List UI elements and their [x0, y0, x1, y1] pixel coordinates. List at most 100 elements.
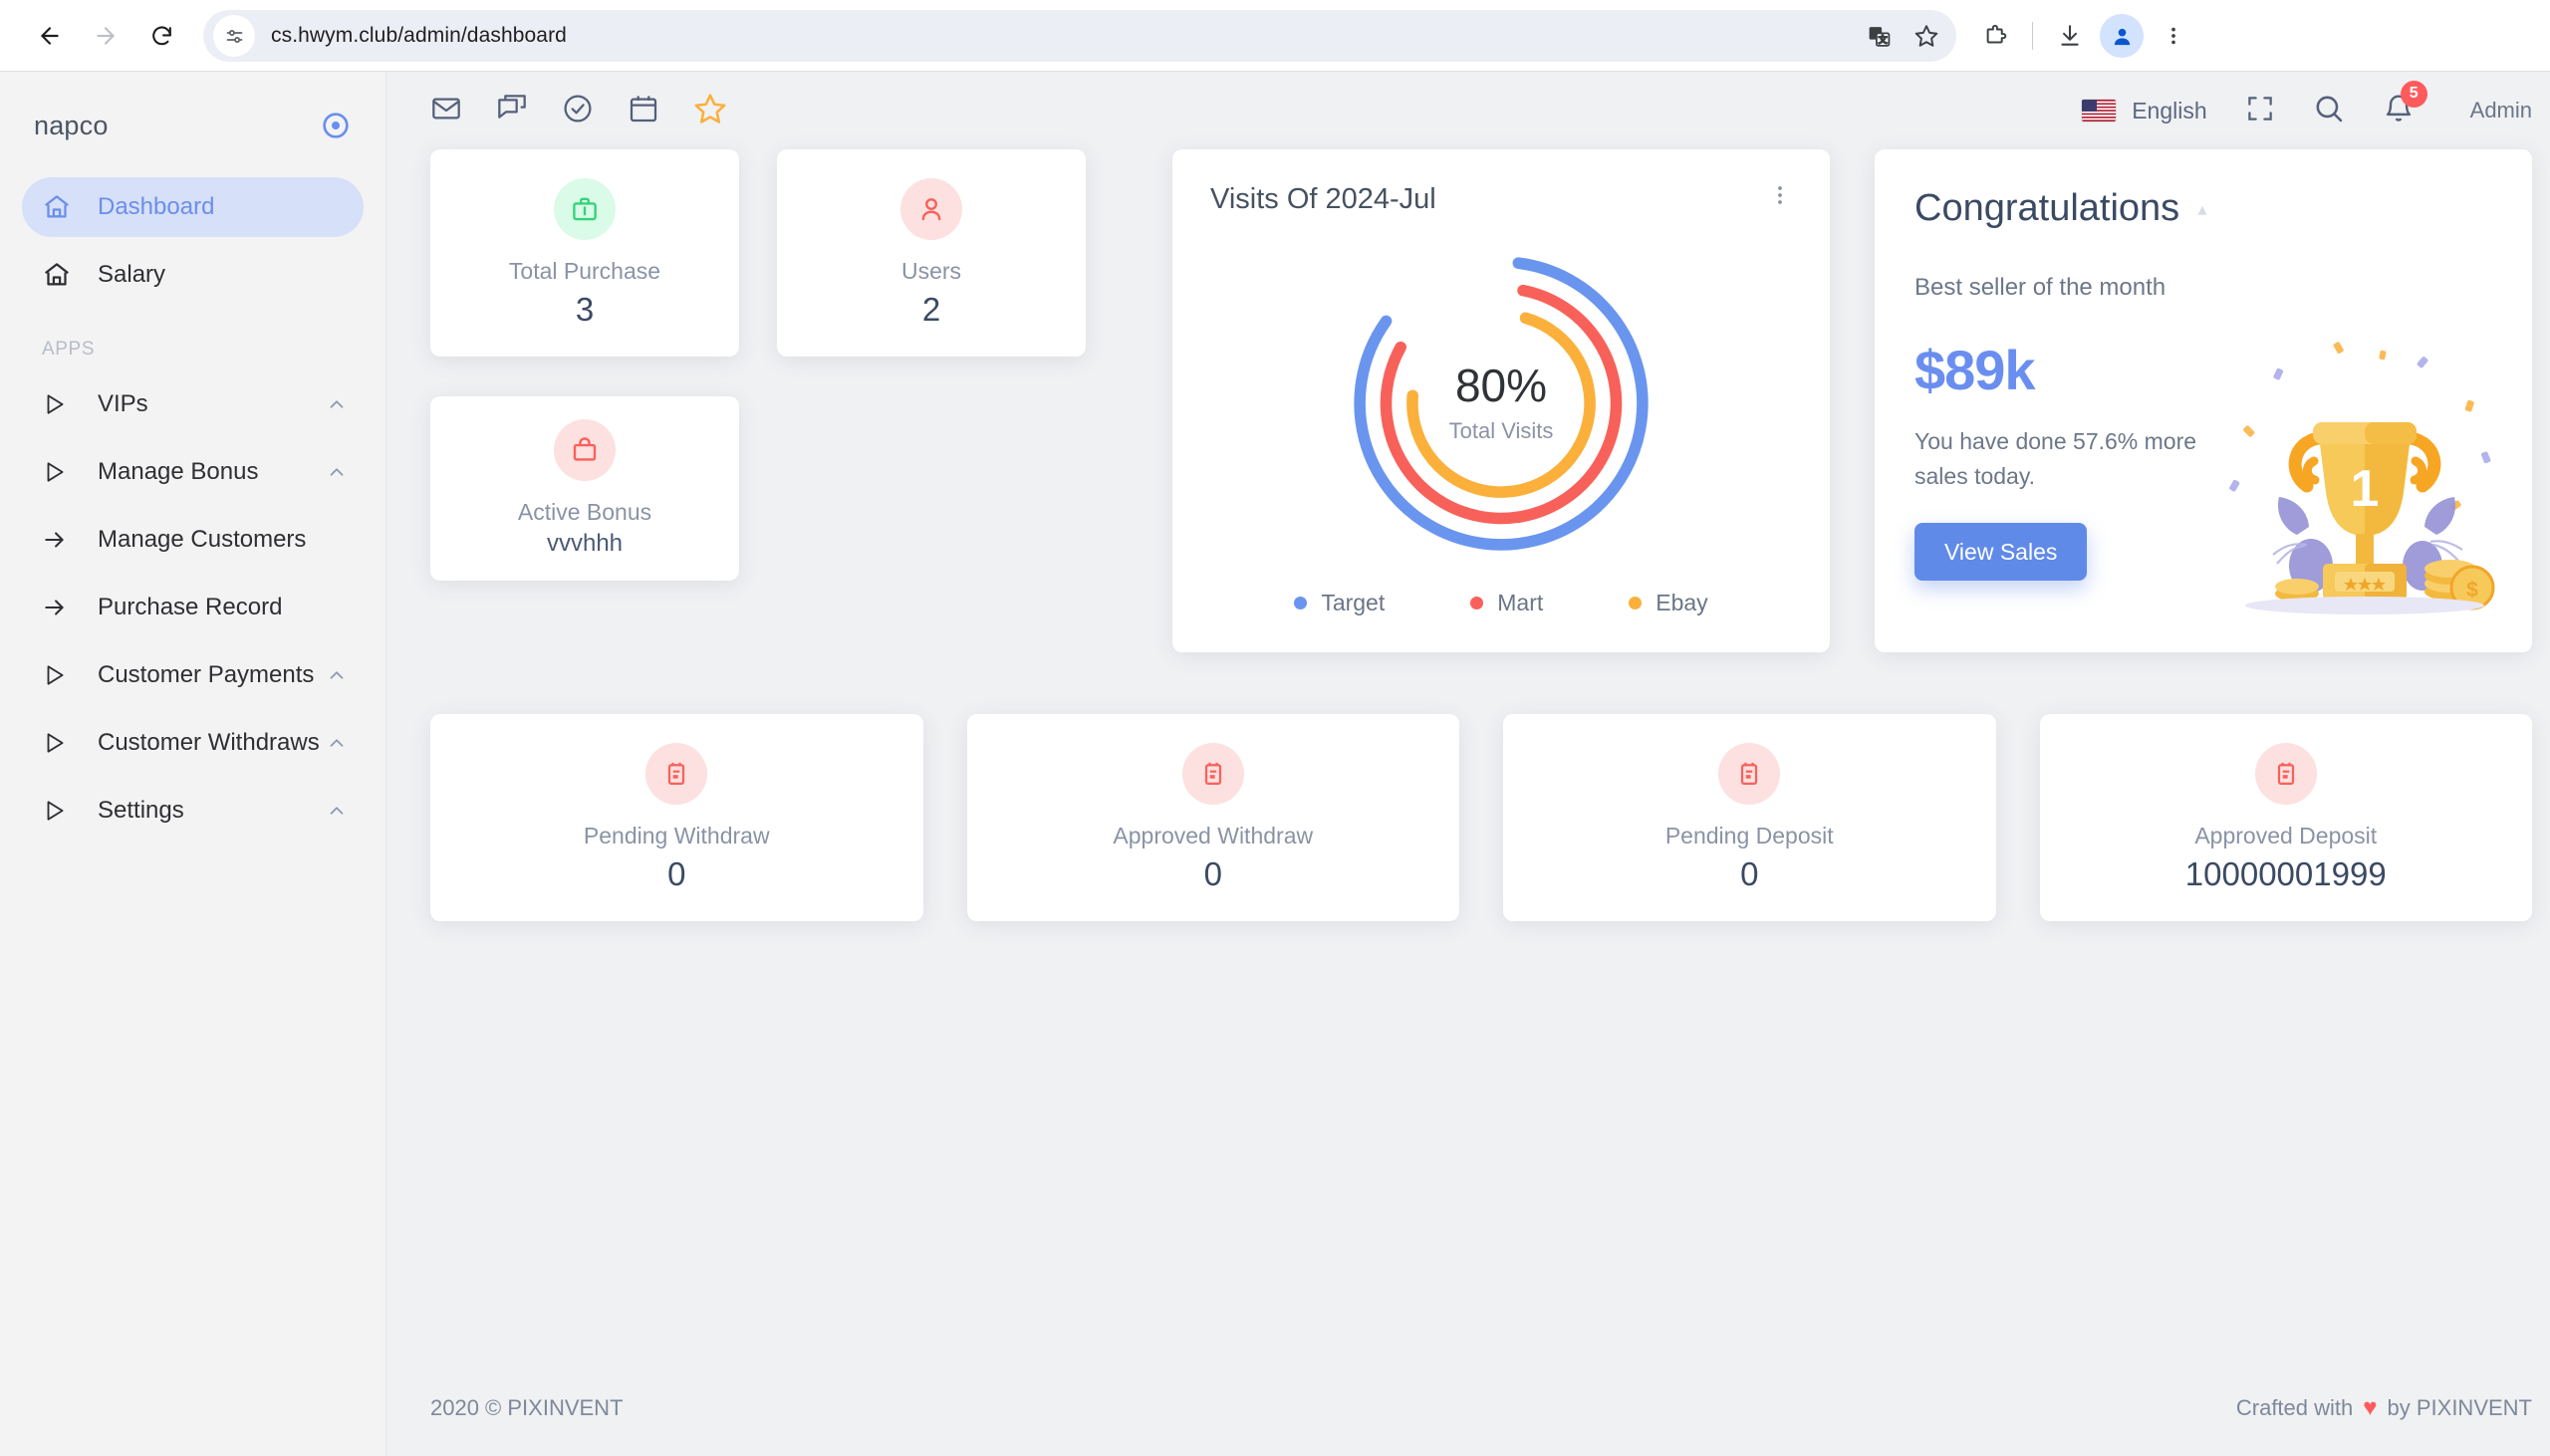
notifications-button[interactable]: 5: [2383, 80, 2427, 129]
user-icon: [900, 177, 962, 240]
brand-name: napco: [34, 110, 109, 140]
site-settings-icon[interactable]: [213, 15, 255, 57]
address-bar[interactable]: cs.hwym.club/admin/dashboard G文: [203, 10, 1956, 62]
language-selector[interactable]: English: [2082, 98, 2207, 124]
check-circle-icon[interactable]: [562, 93, 594, 129]
sidebar-item-manage-customers[interactable]: Manage Customers: [22, 510, 364, 570]
sidebar-item-salary[interactable]: Salary: [22, 245, 364, 305]
sidebar-item-purchase-record[interactable]: Purchase Record: [22, 578, 364, 637]
play-triangle-icon: [42, 730, 82, 756]
congrats-subtitle: Best seller of the month: [1914, 274, 2167, 301]
browser-forward-button[interactable]: [78, 8, 133, 64]
stat-label: Approved Withdraw: [1113, 822, 1314, 849]
sidebar-item-label: Salary: [98, 261, 166, 288]
summary-cards-row: Pending Withdraw 0 Approved Withdraw 0 P…: [430, 714, 2532, 921]
stat-value: 10000001999: [2184, 854, 2387, 892]
summary-card-approved-withdraw[interactable]: Approved Withdraw 0: [966, 714, 1459, 921]
extensions-puzzle-icon[interactable]: [1970, 11, 2020, 61]
chevron-up-icon[interactable]: [326, 664, 348, 686]
calendar-note-icon: [1718, 742, 1781, 805]
stat-label: Active Bonus: [517, 499, 652, 525]
stat-value: 0: [1740, 854, 1759, 892]
calendar-icon[interactable]: [628, 93, 659, 129]
profile-button[interactable]: [2097, 11, 2147, 61]
stat-value: 0: [667, 854, 686, 892]
sidebar-item-manage-bonus[interactable]: Manage Bonus: [22, 442, 364, 502]
legend-label: Mart: [1497, 590, 1544, 615]
target-circle-icon[interactable]: [320, 110, 352, 141]
legend-item-target[interactable]: Target: [1294, 590, 1385, 616]
stat-label: Total Purchase: [508, 257, 661, 284]
footer-crafted-prefix: Crafted with: [2235, 1395, 2354, 1420]
fullscreen-icon[interactable]: [2245, 94, 2275, 128]
browser-toolbar: cs.hwym.club/admin/dashboard G文: [0, 0, 2550, 72]
browser-reload-button[interactable]: [133, 8, 189, 64]
trophy-illustration: 1 $: [2215, 331, 2514, 624]
sidebar-section-apps: APPS: [42, 339, 96, 360]
legend-dot: [1470, 597, 1484, 609]
sidebar-item-customer-withdraws[interactable]: Customer Withdraws: [22, 713, 364, 773]
browser-menu-icon[interactable]: [2149, 11, 2198, 61]
sidebar-item-label: Settings: [98, 797, 184, 824]
footer-copyright: 2020 © PIXINVENT: [430, 1395, 624, 1420]
stat-card-active-bonus[interactable]: Active Bonus vvvhhh: [430, 396, 739, 581]
us-flag-icon: [2082, 100, 2117, 121]
play-triangle-icon: [42, 662, 82, 688]
bell-icon: [2383, 95, 2415, 128]
notification-badge: 5: [2400, 80, 2427, 108]
home-icon: [42, 260, 82, 290]
legend-label: Ebay: [1656, 590, 1708, 615]
heart-icon: ♥: [2363, 1394, 2378, 1421]
congratulations-card: Congratulations Best seller of the month…: [1875, 149, 2532, 652]
congrats-title: Congratulations: [1914, 187, 2532, 230]
translate-icon[interactable]: G文: [1857, 14, 1901, 58]
calendar-note-icon: [645, 742, 708, 805]
chevron-up-icon[interactable]: [326, 461, 348, 483]
chevron-up-icon[interactable]: [326, 732, 348, 754]
stat-label: Pending Withdraw: [583, 822, 770, 849]
stat-card-total-purchase[interactable]: Total Purchase 3: [430, 149, 739, 357]
sidebar-item-settings[interactable]: Settings: [22, 781, 364, 841]
sidebar-brand[interactable]: napco: [0, 86, 385, 165]
view-sales-button[interactable]: View Sales: [1914, 523, 2088, 581]
svg-text:文: 文: [1878, 34, 1887, 45]
search-icon[interactable]: [2313, 93, 2345, 129]
congrats-title-text: Congratulations: [1914, 187, 2180, 229]
browser-back-button[interactable]: [22, 8, 78, 64]
chevron-up-icon[interactable]: [326, 393, 348, 415]
legend-label: Target: [1321, 590, 1386, 615]
arrow-right-icon: [42, 527, 82, 553]
arrow-right-icon: [42, 595, 82, 620]
sidebar: napco Dashboard Salary APPS VIPs Manage …: [0, 72, 386, 1456]
mail-icon[interactable]: [430, 93, 462, 129]
play-triangle-icon: [42, 798, 82, 824]
sidebar-item-vips[interactable]: VIPs: [22, 374, 364, 434]
legend-dot: [1294, 597, 1308, 609]
legend-item-ebay[interactable]: Ebay: [1629, 590, 1708, 616]
stat-value: vvvhhh: [546, 530, 624, 557]
calendar-note-icon: [1181, 742, 1244, 805]
sidebar-item-customer-payments[interactable]: Customer Payments: [22, 645, 364, 705]
chat-icon[interactable]: [496, 93, 528, 129]
stat-card-users[interactable]: Users 2: [777, 149, 1086, 357]
play-triangle-icon: [42, 391, 82, 417]
chevron-up-icon[interactable]: [326, 800, 348, 822]
star-icon[interactable]: [693, 92, 727, 130]
sidebar-item-label: VIPs: [98, 390, 148, 417]
user-menu-label[interactable]: Admin: [2470, 98, 2532, 123]
summary-card-pending-deposit[interactable]: Pending Deposit 0: [1503, 714, 1996, 921]
sidebar-item-label: Manage Customers: [98, 526, 307, 553]
sidebar-item-dashboard[interactable]: Dashboard: [22, 177, 364, 237]
chart-legend: Target Mart Ebay: [1210, 590, 1792, 652]
svg-text:$: $: [2466, 579, 2478, 602]
app-toolbar: English 5 Admin: [386, 72, 2550, 149]
summary-card-pending-withdraw[interactable]: Pending Withdraw 0: [430, 714, 923, 921]
download-icon[interactable]: [2045, 11, 2095, 61]
summary-card-approved-deposit[interactable]: Approved Deposit 10000001999: [2039, 714, 2532, 921]
legend-item-mart[interactable]: Mart: [1470, 590, 1543, 616]
bookmark-star-icon[interactable]: [1905, 14, 1948, 58]
profile-avatar-icon[interactable]: [2100, 14, 2144, 58]
kebab-menu-icon[interactable]: [1768, 183, 1792, 212]
url-text: cs.hwym.club/admin/dashboard: [271, 24, 567, 47]
briefcase-icon: [554, 177, 616, 240]
